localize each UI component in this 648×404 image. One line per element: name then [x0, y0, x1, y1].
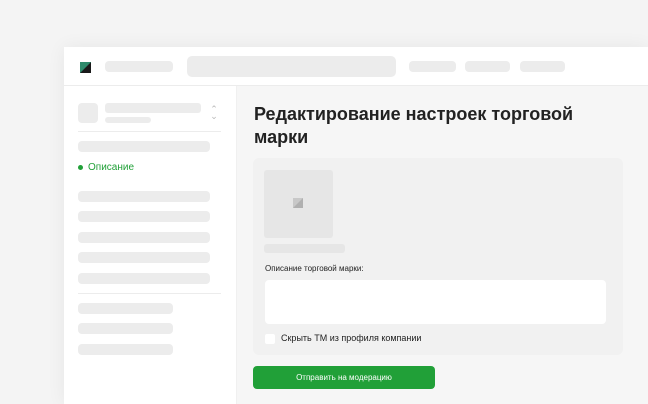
skeleton-nav-link — [520, 61, 565, 72]
skeleton-menu-item — [78, 191, 210, 202]
skeleton-nav-link — [409, 61, 456, 72]
brand-image-upload[interactable] — [264, 170, 333, 238]
skeleton-menu-item — [78, 141, 210, 152]
logo-icon[interactable] — [80, 62, 91, 73]
sidebar-divider — [78, 131, 221, 132]
skeleton-menu-item — [78, 323, 173, 334]
skeleton-menu-item — [78, 273, 210, 284]
skeleton-menu-item — [78, 252, 210, 263]
hide-tm-checkbox[interactable] — [265, 334, 275, 344]
skeleton-menu-item — [78, 344, 173, 355]
skeleton-nav-link — [105, 61, 173, 72]
company-avatar[interactable] — [78, 103, 98, 123]
hide-tm-checkbox-label[interactable]: Скрыть ТМ из профиля компании — [281, 333, 421, 343]
image-placeholder-icon — [293, 198, 303, 208]
skeleton-menu-item — [78, 211, 210, 222]
skeleton-company-subtitle — [105, 117, 151, 123]
chevron-updown-icon[interactable]: ⌃ ⌄ — [209, 105, 219, 121]
skeleton-menu-item — [78, 232, 210, 243]
skeleton-menu-item — [78, 303, 173, 314]
skeleton-image-caption — [264, 244, 345, 253]
sidebar-divider — [78, 293, 221, 294]
page-title: Редактирование настроек торговой марки — [254, 104, 574, 147]
sidebar-item-description[interactable]: Описание — [78, 162, 134, 173]
active-dot-icon — [78, 165, 83, 170]
sidebar — [64, 86, 237, 404]
skeleton-nav-link — [465, 61, 510, 72]
top-bar — [64, 47, 648, 86]
submit-for-moderation-button[interactable]: Отправить на модерацию — [253, 366, 435, 389]
description-textarea[interactable] — [265, 280, 606, 324]
sidebar-item-label: Описание — [88, 162, 135, 173]
skeleton-search-input — [187, 56, 396, 77]
description-field-label: Описание торговой марки: — [265, 264, 364, 273]
skeleton-company-name — [105, 103, 201, 113]
